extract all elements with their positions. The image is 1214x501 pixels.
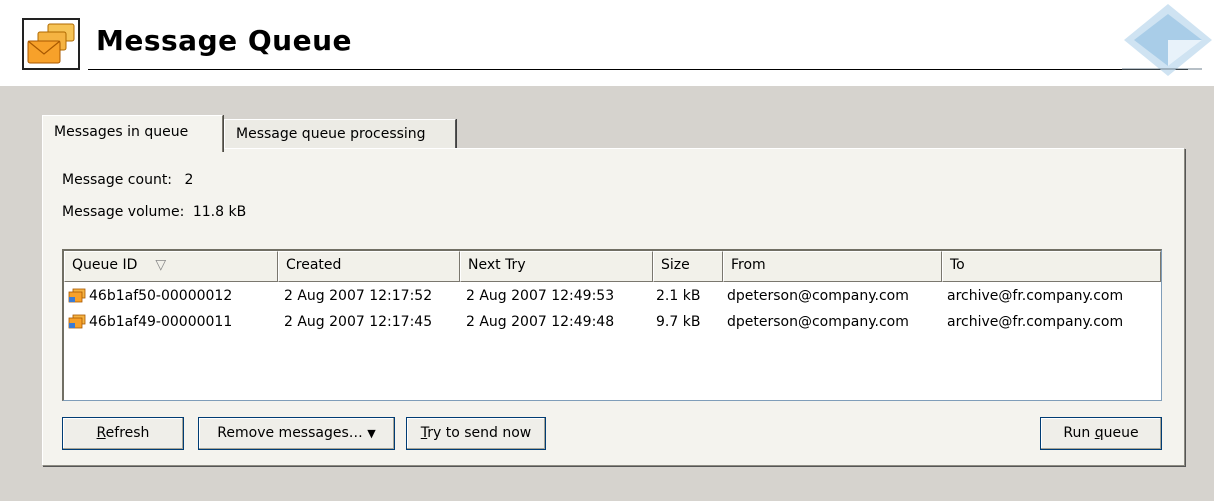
message-volume: Message volume: 11.8 kB	[62, 204, 246, 220]
sort-descending-icon: ▽	[155, 257, 167, 273]
column-label: Size	[661, 257, 690, 273]
refresh-button[interactable]: Refresh	[62, 417, 184, 450]
tab-message-queue-processing[interactable]: Message queue processing	[224, 119, 456, 149]
queue-id-cell: 46b1af50-00000012	[68, 288, 232, 304]
remove-messages-button[interactable]: Remove messages… ▼	[198, 417, 395, 450]
next-try-cell: 2 Aug 2007 12:49:48	[466, 314, 615, 330]
size-cell: 9.7 kB	[656, 314, 701, 330]
created-cell: 2 Aug 2007 12:17:45	[284, 314, 433, 330]
message-count-value: 2	[184, 172, 194, 188]
size-cell: 2.1 kB	[656, 288, 701, 304]
queued-message-icon	[68, 314, 86, 329]
run-queue-label-b: ueue	[1103, 425, 1139, 441]
column-label: Next Try	[468, 257, 526, 273]
title-divider	[88, 69, 1188, 70]
column-label: To	[950, 257, 965, 273]
from-cell: dpeterson@company.com	[727, 314, 909, 330]
refresh-mnemonic: R	[96, 425, 106, 441]
queue-id: 46b1af50-00000012	[89, 288, 233, 304]
column-created[interactable]: Created	[278, 251, 460, 282]
column-to[interactable]: To	[942, 251, 1161, 282]
table-row[interactable]: 46b1af49-00000011 2 Aug 2007 12:17:45 2 …	[64, 310, 1161, 336]
message-count: Message count: 2	[62, 172, 193, 188]
created-cell: 2 Aug 2007 12:17:52	[284, 288, 433, 304]
dropdown-arrow-icon: ▼	[367, 427, 376, 440]
to-cell: archive@fr.company.com	[947, 288, 1124, 304]
try-to-send-now-label: ry to send now	[427, 425, 532, 441]
tab-messages-in-queue[interactable]: Messages in queue	[42, 115, 223, 152]
blue-diamond-logo	[1122, 4, 1212, 76]
message-count-label: Message count:	[62, 172, 173, 188]
column-size[interactable]: Size	[653, 251, 723, 282]
content-area: Messages in queue Message queue processi…	[0, 86, 1214, 501]
queue-id-cell: 46b1af49-00000011	[68, 314, 232, 330]
queue-table[interactable]: Queue ID ▽ Created Next Try Size From To	[62, 249, 1162, 401]
message-volume-value: 11.8 kB	[192, 204, 247, 220]
run-queue-mnemonic: q	[1094, 425, 1104, 441]
run-queue-label-a: Run	[1063, 425, 1095, 441]
tab-label: Message queue processing	[236, 126, 426, 142]
queue-id: 46b1af49-00000011	[89, 314, 233, 330]
queued-message-icon	[68, 288, 86, 303]
column-label: Queue ID	[72, 257, 138, 273]
remove-messages-label: Remove messages…	[217, 425, 363, 441]
message-volume-label: Message volume:	[62, 204, 185, 220]
table-row[interactable]: 46b1af50-00000012 2 Aug 2007 12:17:52 2 …	[64, 284, 1161, 310]
column-label: From	[731, 257, 766, 273]
try-to-send-now-button[interactable]: Try to send now	[406, 417, 546, 450]
to-cell: archive@fr.company.com	[947, 314, 1124, 330]
tab-label: Messages in queue	[54, 124, 189, 140]
table-header: Queue ID ▽ Created Next Try Size From To	[64, 251, 1161, 282]
column-next-try[interactable]: Next Try	[460, 251, 653, 282]
column-label: Created	[286, 257, 342, 273]
refresh-label: efresh	[105, 425, 150, 441]
next-try-cell: 2 Aug 2007 12:49:53	[466, 288, 615, 304]
header: Message Queue	[0, 0, 1214, 86]
run-queue-button[interactable]: Run queue	[1040, 417, 1162, 450]
from-cell: dpeterson@company.com	[727, 288, 909, 304]
page-title: Message Queue	[96, 24, 353, 57]
stacked-envelopes-icon	[22, 18, 80, 70]
tab-panel: Message count: 2 Message volume: 11.8 kB…	[42, 148, 1185, 466]
column-from[interactable]: From	[723, 251, 942, 282]
column-queue-id[interactable]: Queue ID ▽	[64, 251, 278, 282]
